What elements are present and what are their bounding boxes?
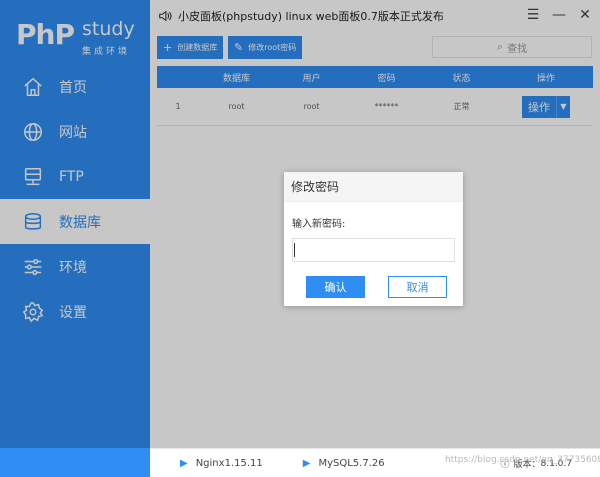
cancel-button[interactable]: 取消 (388, 276, 447, 298)
confirm-button[interactable]: 确认 (306, 276, 365, 298)
watermark: https://blog.csdn.net/qq_37735608 (445, 455, 600, 465)
new-password-input[interactable] (292, 238, 455, 262)
text-cursor (294, 243, 295, 257)
mysql-version: MySQL5.7.26 (318, 457, 385, 469)
new-password-label: 输入新密码: (292, 219, 346, 230)
play-icon[interactable]: ▶ (180, 458, 188, 469)
nginx-service[interactable]: ▶ Nginx1.15.11 (180, 458, 263, 469)
change-password-dialog: 修改密码 输入新密码: 确认 取消 (284, 172, 463, 306)
nginx-version: Nginx1.15.11 (195, 457, 263, 469)
play-icon[interactable]: ▶ (303, 458, 311, 469)
dialog-title: 修改密码 (284, 172, 463, 202)
mysql-service[interactable]: ▶ MySQL5.7.26 (303, 458, 385, 469)
